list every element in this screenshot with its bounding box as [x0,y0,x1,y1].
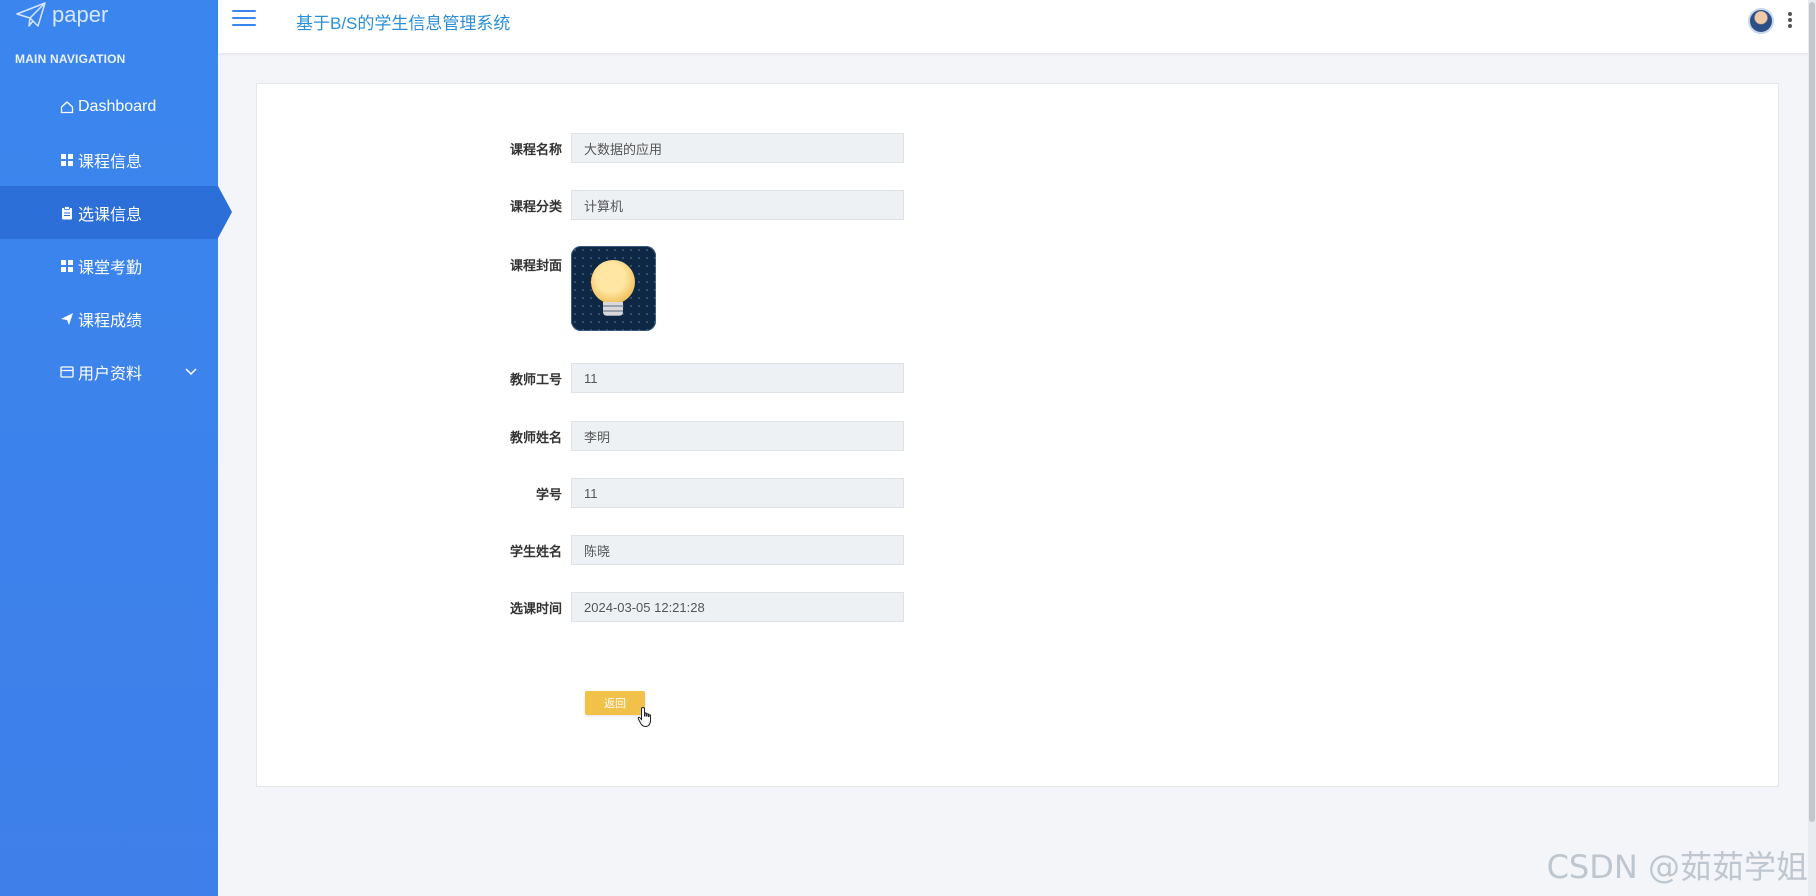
field-label: 学生姓名 [509,543,562,559]
field-teacher-name: 教师姓名 李明 [257,421,904,451]
topbar: 基于B/S的学生信息管理系统 [218,0,1816,53]
nav-header: MAIN NAVIGATION [15,52,126,66]
field-label: 教师工号 [509,371,562,387]
nav-menu: Dashboard 课程信息 选课信息 课堂考勤 课程成绩 用户资料 [0,80,232,398]
grid-icon [60,259,74,273]
logo-text: paper [52,2,109,27]
send-icon [60,312,74,326]
field-course-category: 课程分类 计算机 [257,190,904,220]
sidebar-item-course-info[interactable]: 课程信息 [0,133,218,186]
field-course-name: 课程名称 大数据的应用 [257,133,904,163]
detail-card: 课程名称 大数据的应用 课程分类 计算机 课程封面 教师工号 11 教师姓名 李… [256,83,1779,787]
teacher-id-input[interactable]: 11 [571,363,904,393]
sidebar-item-label: 选课信息 [78,206,143,224]
hand-cursor-icon [637,706,651,728]
course-name-input[interactable]: 大数据的应用 [571,133,904,163]
course-cover-image[interactable] [571,246,656,331]
field-label: 学号 [535,486,562,502]
field-student-id: 学号 11 [257,478,904,508]
lightbulb-icon [591,260,635,304]
field-label: 课程分类 [509,198,562,214]
field-student-name: 学生姓名 陈晓 [257,535,904,565]
sidebar-item-grades[interactable]: 课程成绩 [0,292,218,345]
select-time-input[interactable]: 2024-03-05 12:21:28 [571,592,904,622]
student-id-input[interactable]: 11 [571,478,904,508]
sidebar-item-label: 课程信息 [78,153,143,171]
card-icon [60,365,74,379]
app-title: 基于B/S的学生信息管理系统 [296,14,511,33]
more-vertical-icon[interactable] [1788,12,1792,28]
sidebar-item-label: Dashboard [78,97,157,115]
sidebar-item-attendance[interactable]: 课堂考勤 [0,239,218,292]
avatar[interactable] [1748,8,1774,34]
vertical-scrollbar[interactable] [1808,0,1816,896]
chevron-down-icon[interactable] [184,364,198,378]
field-label: 课程封面 [509,258,562,273]
course-category-input[interactable]: 计算机 [571,190,904,220]
field-label: 选课时间 [509,600,562,616]
home-icon [60,100,74,114]
field-label: 课程名称 [509,141,562,157]
paper-plane-icon [16,2,46,27]
field-label: 教师姓名 [509,429,562,445]
logo[interactable]: paper [16,0,108,30]
watermark: CSDN @茹茹学姐 [1546,848,1808,886]
student-name-input[interactable]: 陈晓 [571,535,904,565]
grid-icon [60,153,74,167]
teacher-name-input[interactable]: 李明 [571,421,904,451]
sidebar-item-dashboard[interactable]: Dashboard [0,80,218,133]
back-button[interactable]: 返回 [585,691,645,715]
sidebar-item-label: 课堂考勤 [78,259,143,277]
field-select-time: 选课时间 2024-03-05 12:21:28 [257,592,904,622]
clipboard-icon [60,205,74,220]
sidebar-item-label: 用户资料 [78,365,143,383]
sidebar-item-course-selection[interactable]: 选课信息 [0,186,232,239]
hamburger-menu-icon[interactable] [232,10,256,28]
field-teacher-id: 教师工号 11 [257,363,904,393]
sidebar: paper MAIN NAVIGATION Dashboard 课程信息 选课信… [0,0,232,896]
sidebar-item-user-profile[interactable]: 用户资料 [0,345,218,398]
field-course-cover: 课程封面 [257,246,656,331]
sidebar-item-label: 课程成绩 [78,312,143,330]
